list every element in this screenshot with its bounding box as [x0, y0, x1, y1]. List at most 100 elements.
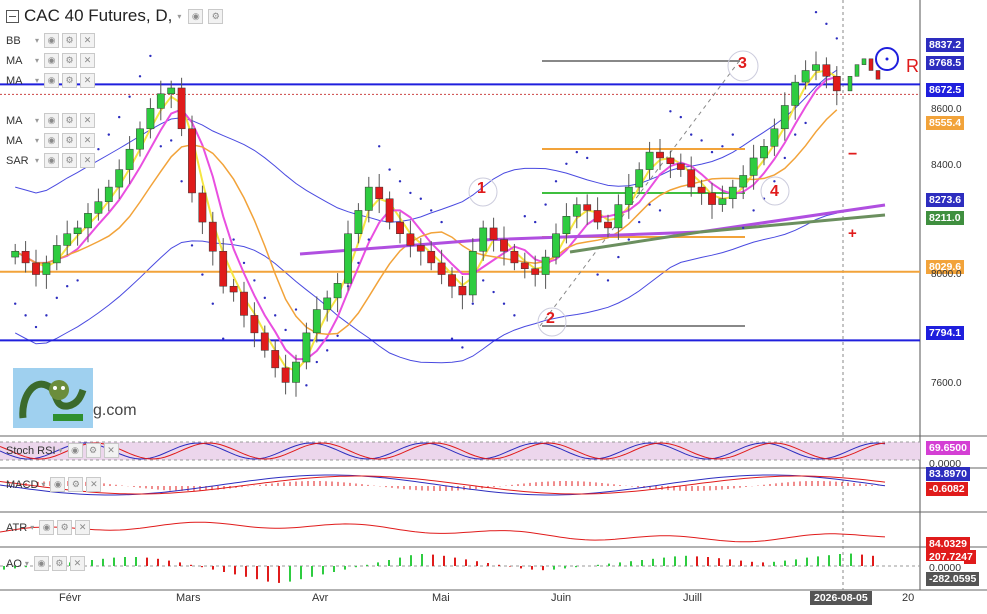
legend-item-0[interactable]: BB ▾ ◉ ⚙ ✕ [6, 33, 96, 48]
candle-body [323, 297, 332, 310]
eye-icon[interactable]: ◉ [44, 73, 60, 88]
price-tick: 8600.0 [931, 104, 962, 115]
candle-body [63, 233, 72, 246]
close-icon[interactable]: ✕ [80, 33, 96, 48]
legend-item-4[interactable]: MA ▾ ◉ ⚙ ✕ [6, 133, 96, 148]
gear-icon[interactable]: ⚙ [62, 133, 78, 148]
collapse-icon[interactable] [6, 9, 19, 23]
candle-body [520, 262, 529, 269]
candle-body [854, 64, 860, 77]
gear-icon[interactable]: ⚙ [62, 53, 78, 68]
wave-label-1: 1 [477, 180, 486, 197]
eye-icon[interactable]: ◉ [39, 520, 55, 535]
main-chart[interactable] [0, 0, 987, 609]
candle-body [479, 227, 488, 252]
sar-dot [326, 349, 329, 352]
close-icon[interactable]: ✕ [103, 443, 119, 458]
legend-item-5[interactable]: SAR ▾ ◉ ⚙ ✕ [6, 153, 96, 168]
candle-body [780, 105, 789, 130]
grid [0, 0, 987, 609]
eye-icon[interactable]: ◉ [44, 133, 60, 148]
candle-body [73, 227, 82, 234]
price-label-2: 8672.5 [926, 83, 965, 97]
candle-body [198, 192, 207, 223]
sar-dot [606, 279, 610, 282]
sar-dot [149, 54, 152, 58]
sar-dot [222, 337, 225, 340]
sar-dot [440, 220, 443, 224]
gear-icon[interactable]: ⚙ [62, 33, 78, 48]
eye-icon[interactable]: ◉ [33, 556, 49, 571]
close-icon[interactable]: ✕ [80, 153, 96, 168]
gear-icon[interactable]: ⚙ [62, 153, 78, 168]
gear-icon[interactable]: ⚙ [62, 113, 78, 128]
gear-icon[interactable]: ⚙ [62, 73, 78, 88]
gear-icon[interactable]: ⚙ [57, 520, 73, 535]
close-icon[interactable]: ✕ [80, 133, 96, 148]
candle-body [500, 239, 508, 252]
sar-dot [336, 334, 339, 337]
chevron-down-icon[interactable]: ▾ [35, 76, 39, 85]
gear-icon[interactable]: ⚙ [208, 8, 224, 24]
candle-body [875, 70, 881, 80]
month-label: 20 [902, 592, 915, 604]
gear-icon[interactable]: ⚙ [85, 443, 101, 458]
chevron-down-icon[interactable]: ▾ [30, 523, 34, 532]
stoch-rsi-label: Stoch RSI [6, 444, 56, 457]
chevron-down-icon[interactable]: ▾ [35, 156, 39, 165]
sar-dot [294, 308, 298, 311]
sar-dot [814, 10, 818, 14]
sar-dot [710, 150, 714, 154]
candle-body [84, 213, 92, 229]
sar-dot [305, 384, 308, 387]
chevron-down-icon[interactable]: ▾ [35, 36, 39, 45]
candle-body [354, 210, 363, 234]
candle-body [21, 250, 30, 264]
chevron-down-icon[interactable]: ▾ [35, 116, 39, 125]
chevron-down-icon[interactable]: ▾ [177, 12, 181, 21]
chevron-down-icon[interactable]: ▾ [59, 446, 63, 455]
panel-label-macd[interactable]: MACD ▾ ◉ ⚙ ✕ [6, 477, 102, 492]
candle-body [635, 169, 644, 188]
gear-icon[interactable]: ⚙ [68, 477, 84, 492]
chevron-down-icon[interactable]: ▾ [25, 559, 29, 568]
close-icon[interactable]: ✕ [80, 73, 96, 88]
legend-item-2[interactable]: MA ▾ ◉ ⚙ ✕ [6, 73, 96, 88]
panel-label-ao[interactable]: AO ▾ ◉ ⚙ ✕ [6, 556, 85, 571]
chart-title[interactable]: CAC 40 Futures, D, ▾ ◉ ⚙ [6, 6, 224, 26]
sar-dot [170, 139, 173, 142]
candle-body [52, 245, 61, 264]
price-label-0: 8837.2 [926, 38, 965, 52]
price-label-3: 8555.4 [926, 116, 965, 130]
gear-icon[interactable]: ⚙ [51, 556, 67, 571]
eye-icon[interactable]: ◉ [44, 53, 60, 68]
chevron-down-icon[interactable]: ▾ [41, 480, 45, 489]
eye-icon[interactable]: ◉ [50, 477, 66, 492]
panel-label-stoch-rsi[interactable]: Stoch RSI ▾ ◉ ⚙ ✕ [6, 443, 119, 458]
eye-icon[interactable]: ◉ [44, 113, 60, 128]
close-icon[interactable]: ✕ [80, 53, 96, 68]
eye-icon[interactable]: ◉ [44, 33, 60, 48]
candle-body [208, 221, 217, 252]
eye-icon[interactable]: ◉ [67, 443, 83, 458]
candle-body [812, 64, 820, 71]
price-tick: 8000.0 [931, 269, 962, 280]
eye-icon[interactable]: ◉ [188, 8, 204, 24]
chevron-down-icon[interactable]: ▾ [35, 56, 39, 65]
close-icon[interactable]: ✕ [69, 556, 85, 571]
close-icon[interactable]: ✕ [86, 477, 102, 492]
close-icon[interactable]: ✕ [75, 520, 91, 535]
wave-label-4: 4 [770, 183, 779, 200]
candle-body [676, 163, 685, 170]
sar-dot [565, 162, 568, 165]
sar-dot [575, 150, 578, 154]
eye-icon[interactable]: ◉ [44, 153, 60, 168]
panel-label-atr[interactable]: ATR ▾ ◉ ⚙ ✕ [6, 520, 91, 535]
sar-dot [617, 255, 620, 259]
ao-min-value: -282.0595 [926, 572, 980, 586]
close-icon[interactable]: ✕ [80, 113, 96, 128]
legend-item-1[interactable]: MA ▾ ◉ ⚙ ✕ [6, 53, 96, 68]
chevron-down-icon[interactable]: ▾ [35, 136, 39, 145]
candle-body [375, 186, 384, 200]
legend-item-3[interactable]: MA ▾ ◉ ⚙ ✕ [6, 113, 96, 128]
